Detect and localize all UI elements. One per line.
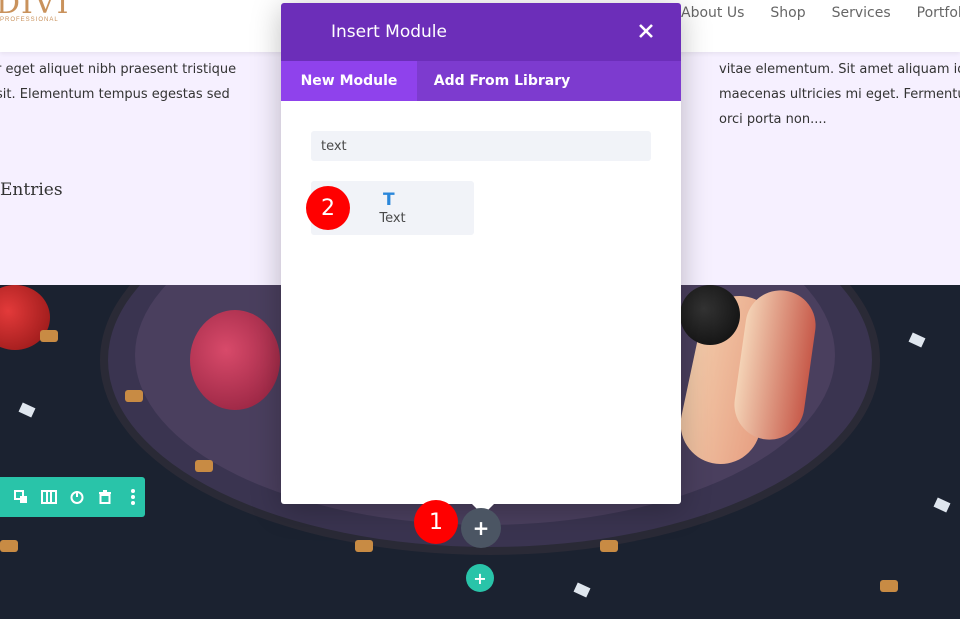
module-search-input[interactable] (311, 131, 651, 161)
trash-icon[interactable] (96, 488, 114, 506)
granola (880, 580, 898, 592)
text-line: vitae elementum. Sit amet aliquam id dia (719, 62, 960, 77)
text-line: r eget aliquet nibh praesent tristique (0, 62, 237, 77)
coconut-flake (18, 402, 36, 418)
left-paragraph: r eget aliquet nibh praesent tristique s… (0, 57, 236, 107)
tab-new-module[interactable]: New Module (281, 61, 417, 101)
columns-icon[interactable] (40, 488, 58, 506)
add-module-button[interactable]: + (461, 508, 501, 548)
right-paragraph: vitae elementum. Sit amet aliquam id dia… (719, 57, 960, 132)
raspberry (190, 310, 280, 410)
modal-tabs: New Module Add From Library (281, 61, 681, 101)
insert-module-modal: Insert Module New Module Add From Librar… (281, 3, 681, 504)
coconut-flake (933, 497, 951, 513)
step-badge-1: 1 (414, 500, 458, 544)
add-row-button[interactable]: + (466, 564, 494, 592)
coconut-flake (573, 582, 591, 598)
granola (0, 540, 18, 552)
coconut-flake (908, 332, 926, 348)
text-line: sit. Elementum tempus egestas sed (0, 87, 230, 102)
row-settings-toolbar (0, 477, 145, 517)
site-logo-subtitle: PROFESSIONAL (0, 17, 59, 23)
text-line: maecenas ultricies mi eget. Fermentum le (719, 87, 960, 102)
step-badge-2: 2 (306, 186, 350, 230)
tab-add-from-library[interactable]: Add From Library (417, 61, 587, 101)
more-icon[interactable] (124, 488, 142, 506)
text-module-icon: T (383, 190, 395, 210)
nav-item-services[interactable]: Services (832, 5, 891, 21)
move-icon[interactable] (12, 488, 30, 506)
close-icon[interactable] (637, 22, 655, 40)
main-nav: About Us Shop Services Portfolio (681, 5, 960, 21)
modal-header: Insert Module (281, 3, 681, 61)
power-icon[interactable] (68, 488, 86, 506)
granola (600, 540, 618, 552)
blackberry (680, 285, 740, 345)
granola (40, 330, 58, 342)
granola (125, 390, 143, 402)
nav-item-shop[interactable]: Shop (770, 5, 805, 21)
text-line: orci porta non.... (719, 112, 827, 127)
nav-item-portfolio[interactable]: Portfolio (917, 5, 960, 21)
granola (195, 460, 213, 472)
nav-item-about-us[interactable]: About Us (681, 5, 744, 21)
granola (355, 540, 373, 552)
modal-title: Insert Module (331, 22, 447, 42)
entries-heading: Entries (0, 180, 63, 200)
